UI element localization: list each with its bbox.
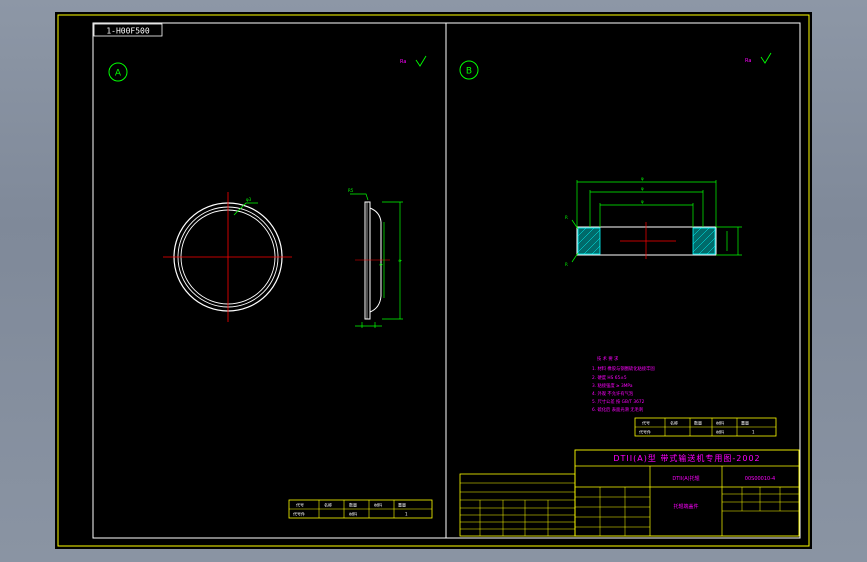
svg-text:φ: φ bbox=[378, 263, 383, 266]
drawing-background bbox=[55, 12, 812, 549]
svg-text:φ3: φ3 bbox=[246, 197, 252, 202]
svg-text:R: R bbox=[565, 262, 568, 267]
svg-text:代号件: 代号件 bbox=[639, 429, 651, 435]
svg-text:材料: 材料 bbox=[374, 502, 382, 508]
part-sub: 托辊端盖件 bbox=[673, 503, 698, 510]
code-tag: 1-H00F500 bbox=[106, 27, 150, 36]
view-a-label: A bbox=[115, 69, 122, 79]
cad-drawing-viewport[interactable]: 1-H00F500 A B Ra Ra φ3 R5 φ φ φ φ φ R R … bbox=[0, 0, 867, 562]
svg-text:φ: φ bbox=[397, 259, 402, 262]
svg-text:R5: R5 bbox=[348, 188, 354, 193]
svg-text:Ra: Ra bbox=[400, 59, 406, 65]
svg-text:重量: 重量 bbox=[398, 502, 406, 508]
part-code: 00S00010-4 bbox=[745, 476, 775, 482]
svg-text:代号: 代号 bbox=[642, 420, 650, 426]
svg-text:4. 外观 不允许有气泡: 4. 外观 不允许有气泡 bbox=[592, 390, 634, 397]
svg-text:技 术 要 求: 技 术 要 求 bbox=[597, 355, 619, 362]
svg-text:重量: 重量 bbox=[741, 420, 749, 426]
svg-text:材料: 材料 bbox=[349, 511, 357, 517]
svg-text:2. 硬度 HS 65±5: 2. 硬度 HS 65±5 bbox=[592, 374, 627, 381]
part-name: DTII(A)托辊 bbox=[672, 475, 699, 482]
svg-text:数量: 数量 bbox=[349, 502, 357, 508]
svg-text:φ: φ bbox=[641, 199, 644, 204]
title-main: DTII(A)型 带式输送机专用图-2002 bbox=[613, 453, 760, 463]
view-b-label: B bbox=[466, 67, 472, 77]
svg-text:Ra: Ra bbox=[745, 58, 751, 64]
svg-text:材料: 材料 bbox=[716, 420, 724, 426]
svg-text:名称: 名称 bbox=[670, 420, 678, 426]
svg-text:数量: 数量 bbox=[694, 420, 702, 426]
svg-text:φ: φ bbox=[641, 186, 644, 191]
svg-text:代号件: 代号件 bbox=[293, 511, 305, 517]
svg-text:材料: 材料 bbox=[716, 429, 724, 435]
svg-text:3. 粘接强度 ≥ 3MPa: 3. 粘接强度 ≥ 3MPa bbox=[592, 382, 633, 389]
svg-text:1. 材料 橡胶与钢圈硫化粘接牢固: 1. 材料 橡胶与钢圈硫化粘接牢固 bbox=[592, 365, 655, 372]
svg-text:R: R bbox=[565, 215, 568, 220]
svg-text:名称: 名称 bbox=[324, 502, 332, 508]
svg-text:6. 硫化后 表面光滑 无毛刺: 6. 硫化后 表面光滑 无毛刺 bbox=[592, 406, 643, 413]
svg-text:代号: 代号 bbox=[296, 502, 304, 508]
svg-text:φ: φ bbox=[641, 176, 644, 181]
svg-text:5. 尺寸公差 按 GB/T 3672: 5. 尺寸公差 按 GB/T 3672 bbox=[592, 398, 645, 405]
